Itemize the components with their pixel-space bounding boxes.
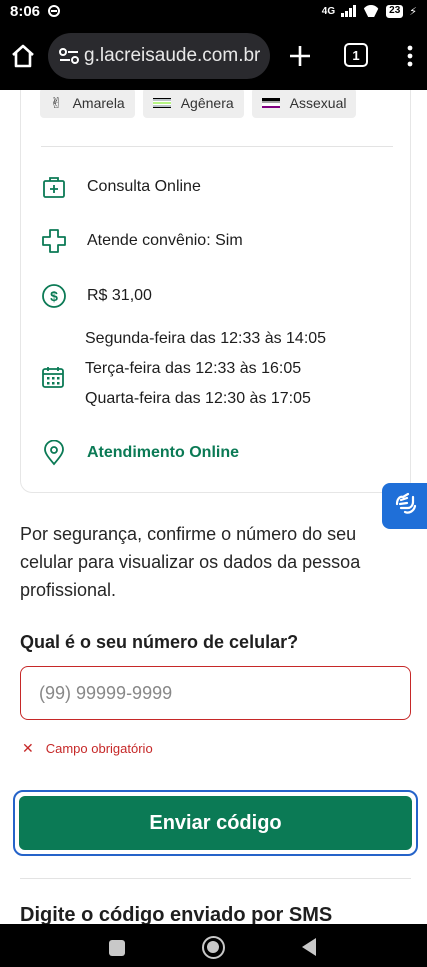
health-cross-icon: [41, 228, 67, 254]
back-icon[interactable]: [302, 938, 316, 956]
location-row: Atendimento Online: [41, 440, 239, 466]
svg-text:$: $: [50, 288, 58, 304]
schedule-day-1: Segunda-feira das 12:33 às 14:05: [85, 330, 327, 347]
chip-label: Agênera: [180, 95, 234, 111]
schedule-day-2: Terça-feira das 12:33 às 16:05: [85, 360, 302, 377]
address-bar[interactable]: g.lacreisaude.com.br: [48, 33, 270, 79]
error-x-icon: ✕: [22, 740, 34, 756]
status-indicators: 4G 23 ⚡: [321, 4, 417, 18]
home-icon[interactable]: [10, 43, 36, 69]
page-content[interactable]: ✌ Amarela Agênera Assexual Consulta Onli…: [0, 90, 427, 924]
signal-icon: [341, 5, 357, 17]
asexual-flag-icon: [261, 98, 280, 108]
system-nav-bar: [0, 924, 427, 967]
chip-label: Assexual: [289, 95, 347, 111]
card-divider: [41, 146, 393, 147]
convenio-row: Atende convênio: Sim: [41, 228, 243, 254]
url-text: g.lacreisaude.com.br: [84, 45, 261, 66]
dollar-icon: $: [41, 283, 67, 309]
security-message: Por segurança, confirme o número do seu …: [20, 524, 361, 600]
section-divider: [20, 878, 411, 879]
site-info-icon[interactable]: [58, 46, 80, 66]
convenio-text: Atende convênio: Sim: [87, 232, 243, 249]
wifi-icon: [362, 5, 380, 17]
tab-switcher-button[interactable]: 1: [344, 43, 368, 67]
chip-assexual: Assexual: [251, 90, 357, 118]
calendar-icon: [41, 365, 67, 391]
chip-amarela: ✌ Amarela: [40, 90, 135, 118]
recents-icon[interactable]: [109, 940, 125, 956]
phone-label: Qual é o seu número de celular?: [20, 632, 299, 652]
sms-code-title: Digite o código enviado por SMS: [20, 904, 333, 924]
send-code-button[interactable]: Enviar código: [19, 796, 412, 850]
raised-hand-icon: ✌: [50, 95, 63, 112]
medical-bag-icon: [41, 174, 67, 200]
price-text: R$ 31,00: [87, 287, 152, 304]
clock: 8:06: [10, 2, 41, 20]
chip-agenera: Agênera: [142, 90, 244, 118]
battery-icon: 23: [386, 4, 404, 18]
browser-toolbar: g.lacreisaude.com.br 1: [0, 22, 427, 90]
consulta-text: Consulta Online: [87, 178, 201, 195]
do-not-disturb-icon: [48, 5, 61, 17]
more-menu-icon[interactable]: [404, 44, 416, 68]
chip-label: Amarela: [72, 95, 125, 111]
price-row: $ R$ 31,00: [41, 283, 152, 309]
new-tab-icon[interactable]: [288, 44, 312, 68]
location-text[interactable]: Atendimento Online: [87, 444, 239, 462]
phone-error: ✕ Campo obrigatório: [22, 740, 153, 757]
send-button-focus-ring: Enviar código: [13, 790, 418, 856]
charging-icon: ⚡: [409, 5, 417, 18]
error-text: Campo obrigatório: [45, 741, 153, 756]
home-nav-icon[interactable]: [202, 936, 225, 959]
network-type: 4G: [321, 5, 336, 17]
consulta-row: Consulta Online: [41, 174, 201, 200]
status-bar: 8:06 4G 23 ⚡: [0, 0, 427, 22]
professional-card: ✌ Amarela Agênera Assexual Consulta Onli…: [20, 90, 411, 493]
location-pin-icon: [41, 440, 67, 466]
agender-flag-icon: [152, 98, 171, 108]
identity-chips: ✌ Amarela Agênera Assexual: [40, 90, 357, 118]
schedule-day-3: Quarta-feira das 12:30 às 17:05: [85, 390, 311, 407]
phone-input[interactable]: [20, 666, 411, 720]
sign-language-icon: [391, 490, 419, 523]
